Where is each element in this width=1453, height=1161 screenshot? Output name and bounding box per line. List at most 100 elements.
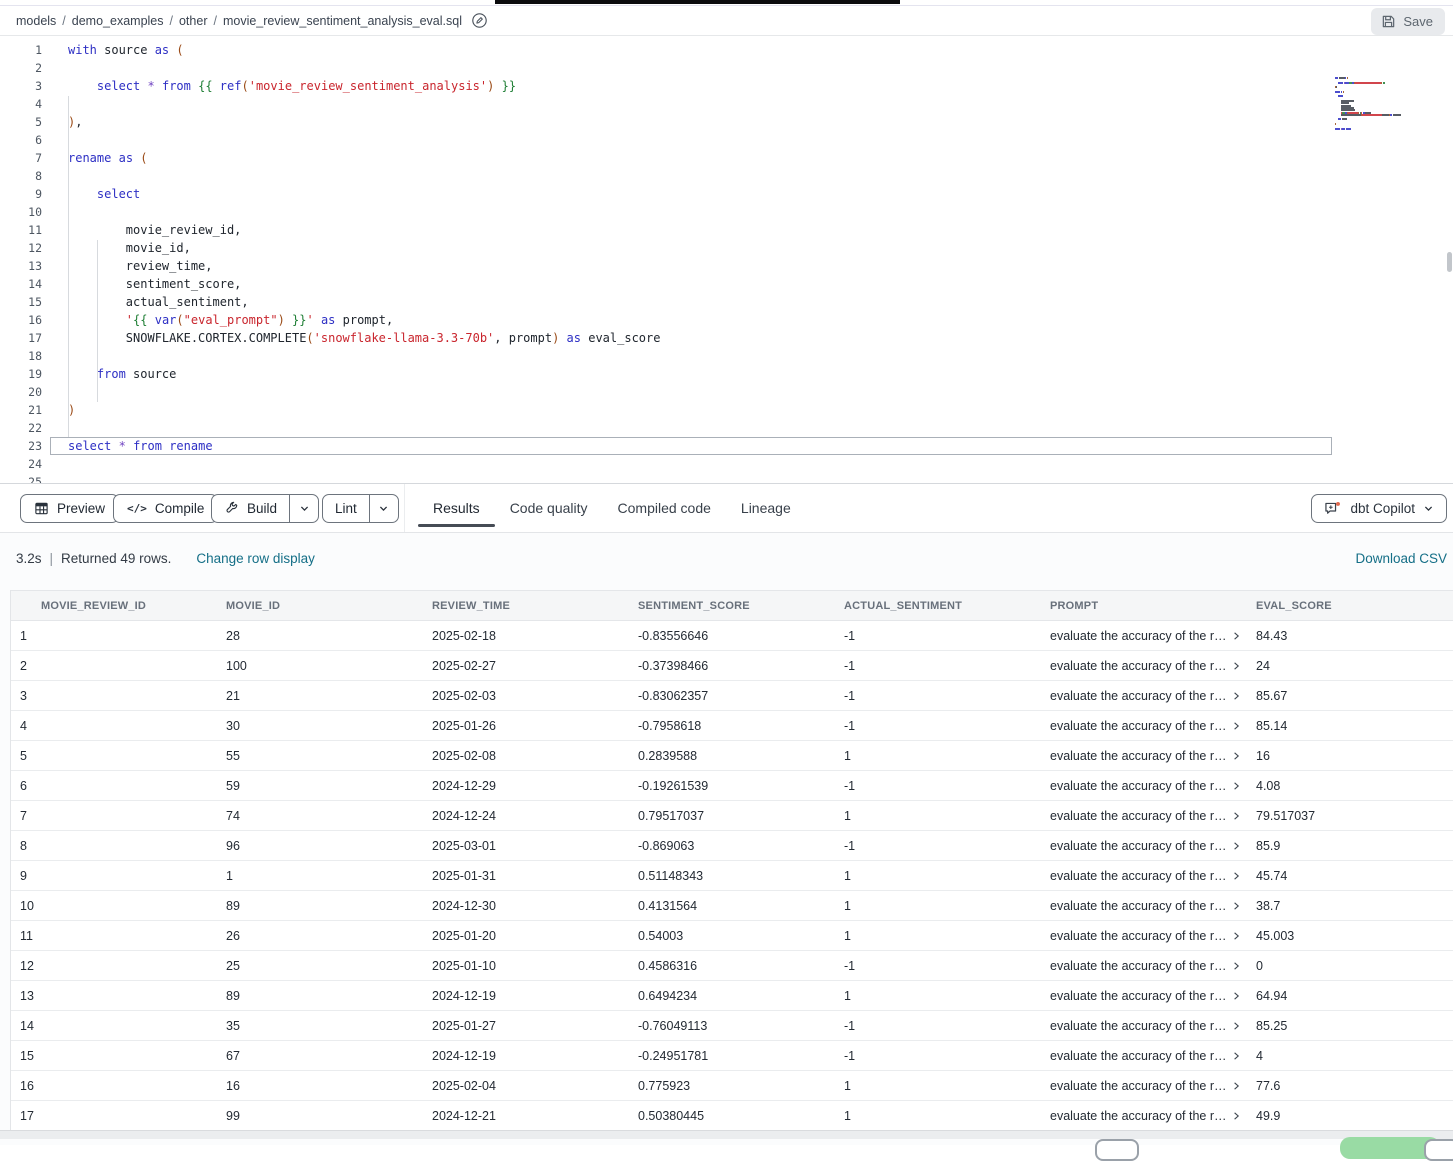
breadcrumb-segment[interactable]: demo_examples xyxy=(72,14,164,28)
code-line[interactable]: movie_id, xyxy=(68,239,660,257)
chevron-right-icon[interactable] xyxy=(1233,901,1241,911)
indent-guide xyxy=(97,240,98,402)
breadcrumb-segment[interactable]: movie_review_sentiment_analysis_eval.sql xyxy=(223,14,462,28)
chevron-right-icon[interactable] xyxy=(1233,991,1241,1001)
cell-prompt: evaluate the accuracy of the res… xyxy=(1041,749,1247,763)
table-row: 8962025-03-01-0.869063-1evaluate the acc… xyxy=(11,831,1453,861)
cell-movie_id: 30 xyxy=(217,719,423,733)
cell-review_time: 2025-02-03 xyxy=(423,689,629,703)
code-line[interactable]: SNOWFLAKE.CORTEX.COMPLETE('snowflake-lla… xyxy=(68,329,660,347)
code-line[interactable]: rename as ( xyxy=(68,149,660,167)
code-line[interactable] xyxy=(68,473,660,484)
prompt-value: evaluate the accuracy of the res… xyxy=(1050,1049,1228,1063)
header-cell-sentiment_score: SENTIMENT_SCORE xyxy=(629,600,835,612)
build-button[interactable]: Build xyxy=(212,495,289,522)
code-line[interactable]: ) xyxy=(68,401,660,419)
code-line[interactable] xyxy=(68,167,660,185)
chevron-right-icon[interactable] xyxy=(1233,841,1241,851)
build-options-button[interactable] xyxy=(289,495,318,522)
chevron-right-icon[interactable] xyxy=(1233,1111,1241,1121)
cell-eval_score: 85.14 xyxy=(1247,719,1453,733)
code-line[interactable] xyxy=(68,383,660,401)
breadcrumb-segment[interactable]: models xyxy=(16,14,56,28)
code-line[interactable] xyxy=(68,131,660,149)
code-line[interactable]: select * from rename xyxy=(68,437,660,455)
preview-button[interactable]: Preview xyxy=(20,494,119,523)
tab-results[interactable]: Results xyxy=(418,484,495,532)
cell-actual_sentiment: 1 xyxy=(835,749,1041,763)
chevron-right-icon[interactable] xyxy=(1233,721,1241,731)
table-header-row: MOVIE_REVIEW_IDMOVIE_IDREVIEW_TIMESENTIM… xyxy=(11,590,1453,621)
chevron-right-icon[interactable] xyxy=(1233,961,1241,971)
code-line[interactable]: review_time, xyxy=(68,257,660,275)
cell-actual_sentiment: -1 xyxy=(835,689,1041,703)
cell-actual_sentiment: -1 xyxy=(835,719,1041,733)
code-line[interactable]: actual_sentiment, xyxy=(68,293,660,311)
download-csv-link[interactable]: Download CSV xyxy=(1355,551,1447,566)
code-line[interactable]: from source xyxy=(68,365,660,383)
code-line[interactable]: movie_review_id, xyxy=(68,221,660,239)
tab-compiled-code[interactable]: Compiled code xyxy=(603,484,726,532)
indent-guide xyxy=(68,96,69,438)
chevron-right-icon[interactable] xyxy=(1233,661,1241,671)
tab-code-quality[interactable]: Code quality xyxy=(495,484,603,532)
chevron-right-icon[interactable] xyxy=(1233,691,1241,701)
cell-eval_score: 45.003 xyxy=(1247,929,1453,943)
chevron-right-icon[interactable] xyxy=(1233,1081,1241,1091)
cell-sentiment_score: 0.50380445 xyxy=(629,1109,835,1123)
lint-button[interactable]: Lint xyxy=(323,495,369,522)
code-line[interactable]: select * from {{ ref('movie_review_senti… xyxy=(68,77,660,95)
prompt-value: evaluate the accuracy of the res… xyxy=(1050,749,1228,763)
chevron-right-icon[interactable] xyxy=(1233,631,1241,641)
editor-scrollbar-thumb[interactable] xyxy=(1447,252,1452,272)
code-line[interactable] xyxy=(68,455,660,473)
chevron-right-icon[interactable] xyxy=(1233,871,1241,881)
minimap[interactable] xyxy=(1335,77,1435,137)
breadcrumb-segment[interactable]: other xyxy=(179,14,208,28)
table-row: 5552025-02-080.28395881evaluate the accu… xyxy=(11,741,1453,771)
code-line[interactable]: with source as ( xyxy=(68,41,660,59)
cell-eval_score: 85.9 xyxy=(1247,839,1453,853)
cell-movie_id: 25 xyxy=(217,959,423,973)
cell-eval_score: 24 xyxy=(1247,659,1453,673)
code-line[interactable] xyxy=(68,347,660,365)
cell-movie_review_id: 16 xyxy=(11,1079,217,1093)
code-line[interactable]: select xyxy=(68,185,660,203)
code-line[interactable]: ), xyxy=(68,113,660,131)
code-line[interactable]: sentiment_score, xyxy=(68,275,660,293)
save-button[interactable]: Save xyxy=(1371,8,1445,35)
code-line[interactable] xyxy=(68,203,660,221)
horizontal-scrollbar[interactable] xyxy=(0,1130,1453,1139)
cell-sentiment_score: -0.7958618 xyxy=(629,719,835,733)
code-line[interactable] xyxy=(68,59,660,77)
cell-eval_score: 45.74 xyxy=(1247,869,1453,883)
dbt-copilot-button[interactable]: dbt Copilot xyxy=(1311,494,1447,523)
results-table: MOVIE_REVIEW_IDMOVIE_IDREVIEW_TIMESENTIM… xyxy=(10,590,1453,1131)
cell-eval_score: 85.25 xyxy=(1247,1019,1453,1033)
chevron-right-icon[interactable] xyxy=(1233,1051,1241,1061)
line-number: 5 xyxy=(0,113,42,131)
lint-options-button[interactable] xyxy=(369,495,398,522)
chevron-right-icon[interactable] xyxy=(1233,1021,1241,1031)
chevron-right-icon[interactable] xyxy=(1233,811,1241,821)
code-brackets-icon: </> xyxy=(127,502,147,515)
code-line[interactable]: '{{ var("eval_prompt") }}' as prompt, xyxy=(68,311,660,329)
chevron-down-icon xyxy=(299,503,310,514)
table-row: 15672024-12-19-0.24951781-1evaluate the … xyxy=(11,1041,1453,1071)
edit-circle-icon[interactable] xyxy=(471,12,488,29)
tab-lineage[interactable]: Lineage xyxy=(726,484,806,532)
code-editor[interactable]: 1234567891011121314151617181920212223242… xyxy=(0,37,1453,484)
compile-button[interactable]: </> Compile xyxy=(113,494,218,523)
chevron-right-icon[interactable] xyxy=(1233,781,1241,791)
header-cell-actual_sentiment: ACTUAL_SENTIMENT xyxy=(835,600,1041,612)
code-line[interactable] xyxy=(68,95,660,113)
cutoff-button-left[interactable] xyxy=(1095,1139,1139,1161)
cell-eval_score: 85.67 xyxy=(1247,689,1453,703)
change-row-display-link[interactable]: Change row display xyxy=(196,551,315,566)
cutoff-button-right[interactable] xyxy=(1424,1139,1453,1161)
header-cell-eval_score: EVAL_SCORE xyxy=(1247,600,1453,612)
code-lines[interactable]: with source as ( select * from {{ ref('m… xyxy=(68,41,660,484)
chevron-right-icon[interactable] xyxy=(1233,751,1241,761)
chevron-right-icon[interactable] xyxy=(1233,931,1241,941)
code-line[interactable] xyxy=(68,419,660,437)
